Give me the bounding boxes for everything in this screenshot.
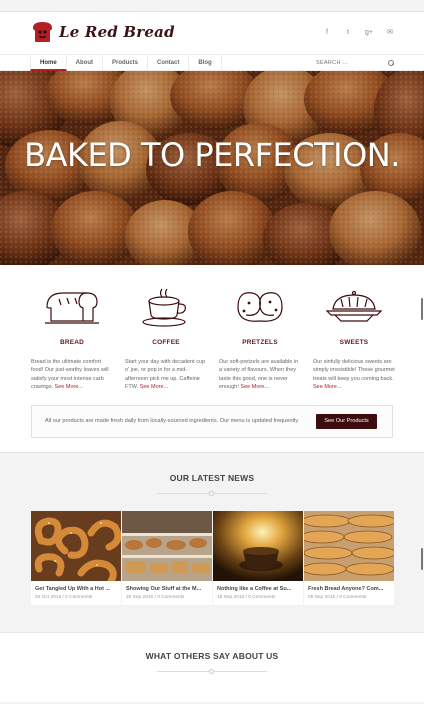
latest-news-section: OUR LATEST NEWS Get Tangled Up With a Ho… (0, 452, 424, 632)
facebook-icon[interactable]: f (323, 29, 331, 37)
nav-blog[interactable]: Blog (189, 55, 222, 71)
logo[interactable]: Le Red Bread (30, 21, 175, 43)
feature-title: SWEETS (339, 339, 369, 346)
news-card[interactable]: Nothing like a Coffee at Su... 15 Sep 20… (213, 511, 303, 605)
pretzel-photo (31, 511, 121, 581)
coffee-cup-icon (125, 283, 207, 331)
feature-coffee: COFFEE Start your day with decadent cup … (125, 283, 207, 391)
feature-pretzels: PRETZELS Our soft-pretzels are available… (219, 283, 301, 391)
section-title: OUR LATEST NEWS (169, 473, 255, 483)
feature-desc: Our sinfully delicious sweets are simply… (313, 359, 395, 390)
main-nav: Home About Products Contact Blog (0, 54, 424, 71)
bread-loaf-icon (31, 283, 113, 331)
news-card[interactable]: Fresh Bread Anyone? Com... 05 Sep 2015 /… (304, 511, 394, 605)
news-title[interactable]: Nothing like a Coffee at Su... (213, 581, 303, 592)
pretzel-icon (219, 283, 301, 331)
news-meta: 15 Sep 2015 / 0 Comments (217, 595, 276, 600)
scrollbar-thumb[interactable] (421, 548, 423, 570)
cta-box: All our products are made fresh daily fr… (31, 405, 393, 438)
feature-desc: Bread is the ultimate comfort food! Our … (31, 359, 109, 390)
scrollbar-thumb[interactable] (421, 298, 423, 320)
google-plus-icon[interactable]: g+ (365, 29, 373, 37)
divider (157, 669, 267, 674)
see-more-link[interactable]: See More... (240, 384, 268, 390)
news-meta: 05 Sep 2015 / 0 Comments (308, 595, 367, 600)
nav-contact[interactable]: Contact (148, 55, 190, 71)
see-more-link[interactable]: See More... (55, 384, 83, 390)
feature-sweets: SWEETS Our sinfully delicious sweets are… (313, 283, 395, 391)
top-strip (0, 0, 424, 12)
feature-title: COFFEE (152, 339, 180, 346)
news-title[interactable]: Get Tangled Up With a Hot ... (31, 581, 121, 592)
site-name: Le Red Bread (59, 23, 175, 41)
baguettes-photo (304, 511, 394, 581)
feature-title: PRETZELS (242, 339, 278, 346)
search-icon[interactable] (388, 60, 394, 66)
feature-desc: Start your day with decadent cup o' joe,… (125, 359, 206, 390)
bakery-display-photo (122, 511, 212, 581)
news-meta: 02 Oct 2015 / 2 Comments (35, 595, 93, 600)
email-icon[interactable]: ✉ (386, 29, 394, 37)
see-more-link[interactable]: See More... (313, 384, 341, 390)
social-links: f t g+ ✉ (323, 29, 394, 37)
news-card[interactable]: Showing Our Stuff at the M... 20 Sep 201… (122, 511, 212, 605)
twitter-icon[interactable]: t (344, 29, 352, 37)
news-title[interactable]: Fresh Bread Anyone? Com... (304, 581, 394, 592)
nav-about[interactable]: About (67, 55, 103, 71)
feature-title: BREAD (59, 339, 85, 346)
hero-title: BAKED TO PERFECTION. (24, 136, 400, 174)
news-meta: 20 Sep 2015 / 0 Comments (126, 595, 185, 600)
see-more-link[interactable]: See More... (140, 384, 168, 390)
nav-home[interactable]: Home (30, 55, 67, 71)
news-title[interactable]: Showing Our Stuff at the M... (122, 581, 212, 592)
features-section: BREAD Bread is the ultimate comfort food… (0, 265, 424, 452)
coffee-sunset-photo (213, 511, 303, 581)
feature-desc: Our soft-pretzels are available in a var… (219, 359, 299, 390)
search-input[interactable] (316, 60, 376, 66)
see-our-products-button[interactable]: See Our Products (316, 414, 377, 429)
testimonials-section: WHAT OTHERS SAY ABOUT US (0, 632, 424, 702)
cake-icon (313, 283, 395, 331)
bread-logo-icon (30, 21, 55, 43)
cta-text: All our products are made fresh daily fr… (45, 418, 300, 424)
hero-banner: BAKED TO PERFECTION. (0, 71, 424, 265)
feature-bread: BREAD Bread is the ultimate comfort food… (31, 283, 113, 391)
nav-products[interactable]: Products (103, 55, 149, 71)
divider (157, 491, 267, 496)
news-card[interactable]: Get Tangled Up With a Hot ... 02 Oct 201… (31, 511, 121, 605)
site-header: Le Red Bread f t g+ ✉ (0, 12, 424, 54)
search-box (316, 56, 394, 70)
section-title: WHAT OTHERS SAY ABOUT US (145, 651, 279, 661)
